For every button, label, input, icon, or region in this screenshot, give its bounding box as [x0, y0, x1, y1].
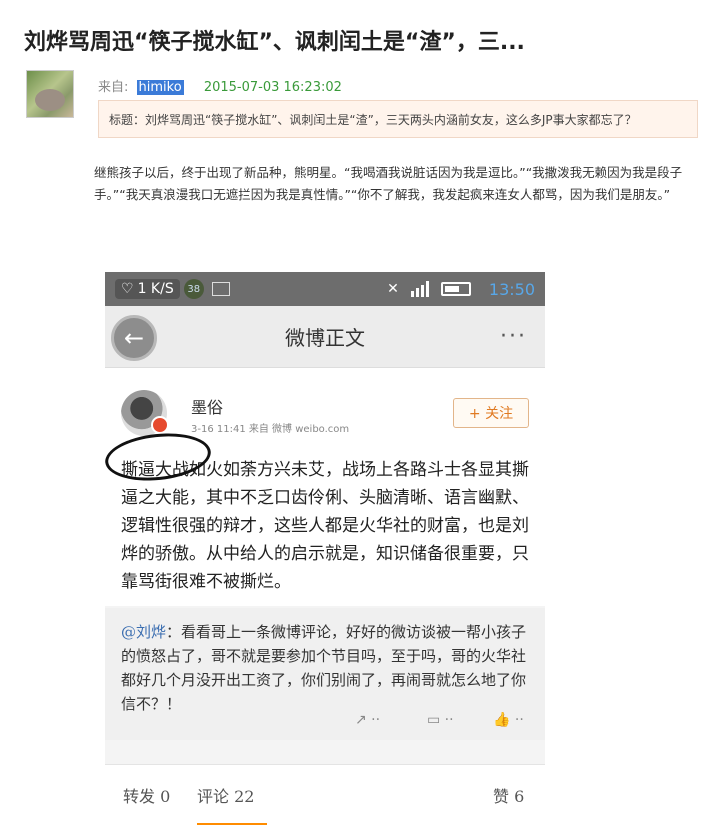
mute-icon: ✕	[387, 281, 399, 297]
post-text: 撕逼大战如火如荼方兴未艾，战场上各路斗士各显其撕逼之大能，其中不乏口齿伶俐、头脑…	[121, 460, 529, 592]
weibo-post: 墨俗 3-16 11:41 来自 微博 weibo.com + 关注 撕逼大战如…	[105, 368, 545, 606]
article-title: 刘烨骂周迅“筷子搅水缸”、讽刺闰土是“渣”，三...	[24, 30, 525, 55]
status-time: 13:50	[488, 279, 535, 299]
post-date: 2015-07-03 16:23:02	[203, 80, 342, 95]
post-meta: 来自: himiko 2015-07-03 16:23:02	[98, 76, 342, 95]
phone-status-bar: ♡ 1 K/S 38 ✕ 13:50	[105, 272, 545, 306]
nav-title: 微博正文	[285, 326, 365, 350]
like-count-tab[interactable]: 赞 6	[493, 783, 524, 807]
network-speed: ♡ 1 K/S	[115, 279, 180, 299]
notification-badge: 38	[183, 279, 204, 299]
post-time-source: 3-16 11:41 来自 微博 weibo.com	[191, 424, 350, 435]
phone-nav-bar: ← 微博正文 ···	[105, 306, 545, 368]
like-icon[interactable]: 👍 ··	[493, 712, 524, 728]
poster-name[interactable]: 墨俗	[191, 394, 223, 418]
article-body: 继熊孩子以后，终于出现了新品种，熊明星。“我喝酒我说脏话因为我是逗比。”“我撒泼…	[94, 165, 683, 202]
status-icons: ✕ 13:50	[387, 280, 535, 299]
repost-actions: ↗ ·· ▭ ·· 👍 ··	[105, 712, 545, 740]
comment-icon[interactable]: ▭ ··	[427, 712, 454, 728]
back-arrow-icon[interactable]: ←	[111, 315, 157, 361]
signal-icon	[410, 281, 429, 297]
follow-button[interactable]: + 关注	[453, 398, 529, 428]
quoted-title-box: 标题：刘烨骂周迅“筷子搅水缸”、讽刺闰土是“渣”，三天两头内涵前女友，这么多JP…	[98, 100, 698, 138]
shield-icon: ♡	[121, 281, 134, 297]
from-label: 来自:	[98, 80, 129, 95]
author-avatar[interactable]	[26, 70, 74, 118]
battery-icon	[440, 282, 471, 296]
poster-avatar[interactable]	[121, 390, 169, 436]
share-icon[interactable]: ↗ ··	[355, 712, 380, 728]
embedded-phone-screenshot: ♡ 1 K/S 38 ✕ 13:50 ← 微博正文 ··· 墨俗 3-16 11…	[105, 272, 545, 828]
repost-body: ：看看哥上一条微博评论，好好的微访谈被一帮小孩子的愤怒占了，哥不就是要参加个节目…	[121, 623, 527, 713]
author-username-link[interactable]: himiko	[136, 80, 184, 95]
bottom-action-bar: 转发 0 评论 22 赞 6	[105, 764, 545, 828]
active-tab-indicator	[197, 823, 267, 825]
comment-count-tab[interactable]: 评论 22	[197, 783, 254, 807]
repost-text: @刘烨：看看哥上一条微博评论，好好的微访谈被一帮小孩子的愤怒占了，哥不就是要参加…	[121, 620, 531, 716]
repost-count-tab[interactable]: 转发 0	[123, 783, 170, 807]
more-options-icon[interactable]: ···	[500, 324, 527, 349]
mention-link[interactable]: @刘烨	[121, 623, 166, 641]
image-icon	[211, 282, 230, 296]
